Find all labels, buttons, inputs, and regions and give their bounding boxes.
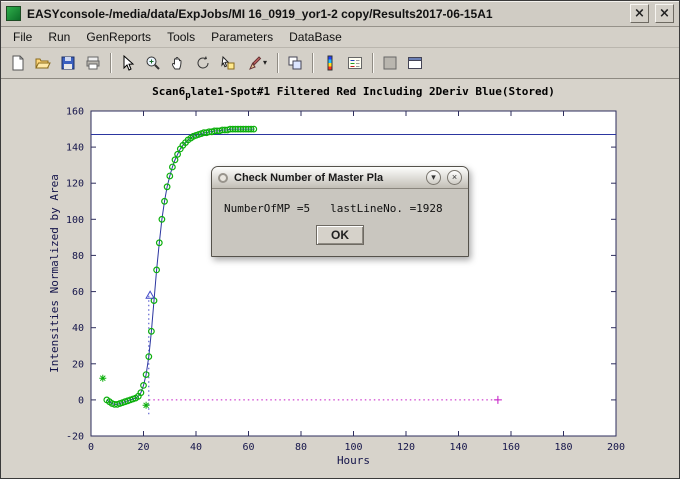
menu-bar: File Run GenReports Tools Parameters Dat…: [1, 27, 679, 48]
rotate-3d-tool-button[interactable]: [191, 51, 215, 75]
link-plots-icon: [287, 55, 303, 71]
svg-text:20: 20: [137, 442, 149, 453]
insert-legend-button[interactable]: [343, 51, 367, 75]
plot-browser-button[interactable]: [378, 51, 402, 75]
brush-dropdown-arrow-icon: ▾: [263, 59, 267, 67]
save-floppy-icon: [60, 55, 76, 71]
toolbar-separator: [277, 53, 279, 73]
dialog-titlebar[interactable]: Check Number of Master Pla ▾ ×: [212, 167, 468, 189]
svg-text:200: 200: [607, 442, 625, 453]
window-close-button[interactable]: ×: [655, 4, 674, 23]
dialog-check-number-of-master-plates: Check Number of Master Pla ▾ × NumberOfM…: [211, 166, 469, 257]
brush-tool-button[interactable]: ▾: [241, 51, 272, 75]
easyconsole-window: EASYconsole-/media/data/ExpJobs/MI 16_09…: [0, 0, 680, 479]
svg-text:140: 140: [449, 442, 467, 453]
toolbar-separator: [312, 53, 314, 73]
svg-text:160: 160: [66, 107, 84, 118]
toolbar: ▾: [1, 48, 679, 79]
svg-text:-20: -20: [66, 432, 84, 443]
dialog-ok-button[interactable]: OK: [316, 225, 364, 245]
number-of-mp-value: NumberOfMP =5: [224, 202, 310, 215]
print-icon: [85, 55, 101, 71]
menu-item-database[interactable]: DataBase: [281, 28, 350, 46]
dialog-icon: [218, 173, 228, 183]
svg-text:Intensities Normalized by Area: Intensities Normalized by Area: [48, 174, 61, 373]
svg-text:120: 120: [397, 442, 415, 453]
data-cursor-icon: [220, 55, 236, 71]
svg-text:0: 0: [88, 442, 94, 453]
colorbar-icon: [322, 55, 338, 71]
save-button[interactable]: [56, 51, 80, 75]
svg-text:Scan6plate1-Spot#1 Filtered Re: Scan6plate1-Spot#1 Filtered Red Includin…: [152, 85, 555, 101]
open-folder-icon: [35, 55, 51, 71]
toolbar-separator: [372, 53, 374, 73]
menu-item-tools[interactable]: Tools: [159, 28, 203, 46]
zoom-in-icon: [145, 55, 161, 71]
svg-text:100: 100: [66, 215, 84, 226]
pan-tool-button[interactable]: [166, 51, 190, 75]
new-file-button[interactable]: [6, 51, 30, 75]
svg-text:40: 40: [190, 442, 202, 453]
dialog-title: Check Number of Master Pla: [234, 172, 420, 184]
svg-text:80: 80: [295, 442, 307, 453]
pointer-icon: [120, 55, 136, 71]
window-title: EASYconsole-/media/data/ExpJobs/MI 16_09…: [27, 7, 624, 21]
app-icon: [6, 6, 21, 21]
menu-item-genreports[interactable]: GenReports: [78, 28, 159, 46]
menu-item-parameters[interactable]: Parameters: [203, 28, 281, 46]
open-button[interactable]: [31, 51, 55, 75]
menu-item-file[interactable]: File: [5, 28, 40, 46]
link-plots-button[interactable]: [283, 51, 307, 75]
last-line-no-value: lastLineNo. =1928: [330, 202, 443, 215]
chart-canvas: 0 20 40 60 80 100 120 140 160 180 200 -20 0 20 40 60 80 1…: [1, 79, 680, 479]
svg-text:0: 0: [78, 395, 84, 406]
svg-text:160: 160: [502, 442, 520, 453]
svg-text:Hours: Hours: [337, 454, 370, 467]
dialog-info-row: NumberOfMP =5 lastLineNo. =1928: [224, 202, 456, 215]
new-file-icon: [10, 55, 26, 71]
dialog-body: NumberOfMP =5 lastLineNo. =1928 OK: [212, 189, 468, 256]
data-cursor-tool-button[interactable]: [216, 51, 240, 75]
dialog-close-button[interactable]: ×: [447, 170, 462, 185]
menu-item-run[interactable]: Run: [40, 28, 78, 46]
pointer-tool-button[interactable]: [116, 51, 140, 75]
brush-icon: [246, 55, 262, 71]
svg-text:60: 60: [242, 442, 254, 453]
svg-text:180: 180: [554, 442, 572, 453]
svg-text:100: 100: [344, 442, 362, 453]
svg-text:60: 60: [72, 287, 84, 298]
toolbar-separator: [110, 53, 112, 73]
figure-area: 0 20 40 60 80 100 120 140 160 180 200 -20 0 20 40 60 80 1…: [1, 79, 680, 479]
svg-text:120: 120: [66, 179, 84, 190]
insert-colorbar-button[interactable]: [318, 51, 342, 75]
property-editor-button[interactable]: [403, 51, 427, 75]
window-shade-button[interactable]: ×: [630, 4, 649, 23]
svg-text:40: 40: [72, 323, 84, 334]
plot-browser-icon: [382, 55, 398, 71]
print-button[interactable]: [81, 51, 105, 75]
svg-text:20: 20: [72, 359, 84, 370]
dialog-collapse-button[interactable]: ▾: [426, 170, 441, 185]
svg-text:80: 80: [72, 251, 84, 262]
property-editor-icon: [407, 55, 423, 71]
window-titlebar[interactable]: EASYconsole-/media/data/ExpJobs/MI 16_09…: [1, 1, 679, 27]
rotate-3d-icon: [195, 55, 211, 71]
svg-text:140: 140: [66, 143, 84, 154]
pan-hand-icon: [170, 55, 186, 71]
zoom-in-tool-button[interactable]: [141, 51, 165, 75]
legend-icon: [347, 55, 363, 71]
